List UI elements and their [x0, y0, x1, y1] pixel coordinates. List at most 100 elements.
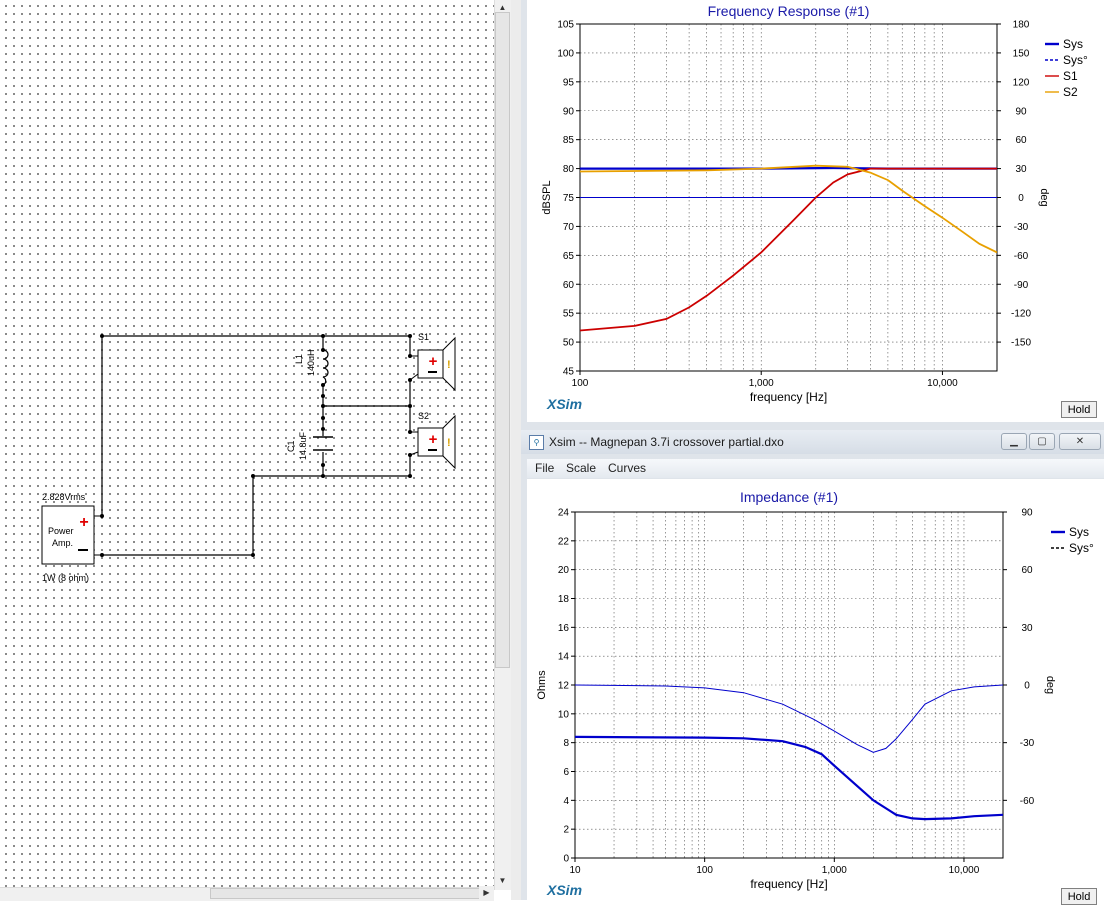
y-tick-label: 6	[563, 767, 569, 778]
y2-tick-label: -150	[1011, 338, 1031, 349]
frequency-response-panel: Frequency Response (#1) 45 50 55 60 65 70 75 80 8…	[527, 0, 1104, 422]
impedance-panel: Impedance (#1) 0 2 4 6 8 10 12 14 16 18 20 22 24 -60 -3…	[527, 479, 1104, 905]
menu-scale[interactable]: Scale	[566, 461, 596, 475]
xsim-brand: XSim	[547, 882, 583, 898]
series-line-sys	[575, 735, 1003, 821]
menu-curves[interactable]: Curves	[608, 461, 646, 475]
menu-file[interactable]: File	[535, 461, 554, 475]
s2-name-label: S2	[418, 411, 430, 421]
speaker-s2[interactable]: + !	[409, 414, 456, 470]
y-tick-label: 22	[558, 536, 570, 547]
window-title: Xsim -- Magnepan 3.7i crossover partial.…	[549, 435, 784, 449]
y2-tick-label: -60	[1014, 251, 1029, 262]
y-tick-label: 16	[558, 623, 570, 634]
y-tick-label: 14	[558, 652, 570, 663]
y-tick-label: 50	[563, 338, 575, 349]
y-tick-label: 10	[558, 709, 570, 720]
y2-tick-label: 120	[1013, 77, 1030, 88]
y-tick-label: 105	[557, 20, 574, 31]
legend-label: S2	[1063, 85, 1078, 99]
x-axis-label: frequency [Hz]	[750, 877, 827, 891]
y2-tick-label: -90	[1014, 280, 1029, 291]
l1-value-label: 140uH	[306, 349, 316, 376]
y2-tick-label: -60	[1020, 796, 1035, 807]
close-icon[interactable]: ✕	[1059, 433, 1101, 450]
window-gap	[511, 0, 521, 900]
y-tick-label: 60	[563, 280, 575, 291]
impedance-chart[interactable]: Impedance (#1)024681012141618202224-60-3…	[527, 479, 1104, 900]
y2-tick-label: -30	[1014, 222, 1029, 233]
x-tick-label: 1,000	[822, 865, 847, 876]
source-voltage-label: 2.828Vrms	[42, 492, 86, 502]
y-tick-label: 45	[563, 367, 575, 378]
y-tick-label: 85	[563, 135, 575, 146]
amp-rating-label: 1W (8 ohm)	[42, 573, 90, 583]
x-tick-label: 10,000	[927, 378, 958, 389]
s1-name-label: S1	[418, 332, 430, 342]
svg-text:!: !	[447, 359, 451, 371]
svg-text:+: +	[429, 431, 438, 448]
schematic-wiring: + + ! + !	[41, 334, 456, 565]
y-tick-label: 80	[563, 164, 575, 175]
impedance-window-titlebar[interactable]: ⚲ Xsim -- Magnepan 3.7i crossover partia…	[521, 430, 1104, 454]
y-tick-label: 12	[558, 681, 570, 692]
c1-value-label: 14.8uF	[298, 431, 308, 460]
y2-tick-label: 60	[1015, 135, 1027, 146]
y-tick-label: 18	[558, 594, 570, 605]
y-tick-label: 75	[563, 193, 575, 204]
y2-axis-label: deg	[1044, 676, 1056, 694]
minimize-icon[interactable]: ▁	[1001, 433, 1027, 450]
y2-tick-label: 30	[1021, 623, 1033, 634]
schematic-vertical-thumb[interactable]	[495, 12, 510, 668]
y-tick-label: 20	[558, 565, 570, 576]
y-tick-label: 90	[563, 106, 575, 117]
c1-name-label: C1	[286, 440, 296, 452]
y2-tick-label: 30	[1015, 164, 1027, 175]
x-tick-label: 1,000	[749, 378, 774, 389]
x-tick-label: 100	[572, 378, 589, 389]
x-tick-label: 10	[569, 865, 581, 876]
scroll-right-icon[interactable]: ▶	[479, 886, 494, 899]
y-tick-label: 70	[563, 222, 575, 233]
amp-label-line1: Power	[48, 526, 74, 536]
svg-text:+: +	[429, 353, 438, 370]
impedance-menubar: File Scale Curves	[527, 459, 1104, 478]
chart-title: Impedance (#1)	[740, 489, 838, 505]
inductor-l1[interactable]	[322, 349, 329, 386]
scroll-down-icon[interactable]: ▼	[495, 873, 510, 888]
capacitor-c1[interactable]	[313, 436, 333, 451]
app-icon: ⚲	[529, 435, 544, 450]
y-tick-label: 2	[563, 825, 569, 836]
y2-tick-label: 180	[1013, 20, 1030, 31]
y-tick-label: 100	[557, 48, 574, 59]
frequency-response-chart[interactable]: Frequency Response (#1) 45 50 55 60 65 70 75 80 8…	[527, 0, 1104, 422]
schematic-horizontal-thumb[interactable]	[210, 888, 486, 899]
y-tick-label: 8	[563, 738, 569, 749]
y2-tick-label: 0	[1024, 681, 1030, 692]
y2-tick-label: -120	[1011, 309, 1031, 320]
y2-tick-label: 60	[1021, 565, 1033, 576]
maximize-icon[interactable]: ▢	[1029, 433, 1055, 450]
y2-tick-label: 0	[1018, 193, 1024, 204]
legend-label: S1	[1063, 69, 1078, 83]
chart-title: Frequency Response (#1)	[708, 3, 870, 19]
y2-tick-label: 150	[1013, 48, 1030, 59]
y-tick-label: 24	[558, 508, 570, 519]
x-tick-label: 10,000	[949, 865, 980, 876]
y-axis-label: Ohms	[536, 670, 548, 700]
y-tick-label: 55	[563, 309, 575, 320]
x-axis-label: frequency [Hz]	[750, 390, 827, 404]
xsim-brand: XSim	[547, 396, 583, 412]
hold-button[interactable]: Hold	[1061, 401, 1097, 418]
hold-button[interactable]: Hold	[1061, 888, 1097, 905]
svg-text:+: +	[79, 514, 88, 531]
speaker-s1[interactable]: + !	[409, 336, 456, 392]
l1-name-label: L1	[294, 353, 304, 364]
y-tick-label: 95	[563, 77, 575, 88]
y-tick-label: 4	[563, 796, 569, 807]
x-tick-label: 100	[696, 865, 713, 876]
legend-label: Sys°	[1063, 53, 1088, 67]
amp-label-line2: Amp.	[52, 538, 74, 548]
schematic-canvas[interactable]: + + ! + ! 2.828Vrms Power Amp. 1W (8 ohm…	[0, 0, 494, 900]
y2-axis-label: deg	[1038, 188, 1050, 206]
